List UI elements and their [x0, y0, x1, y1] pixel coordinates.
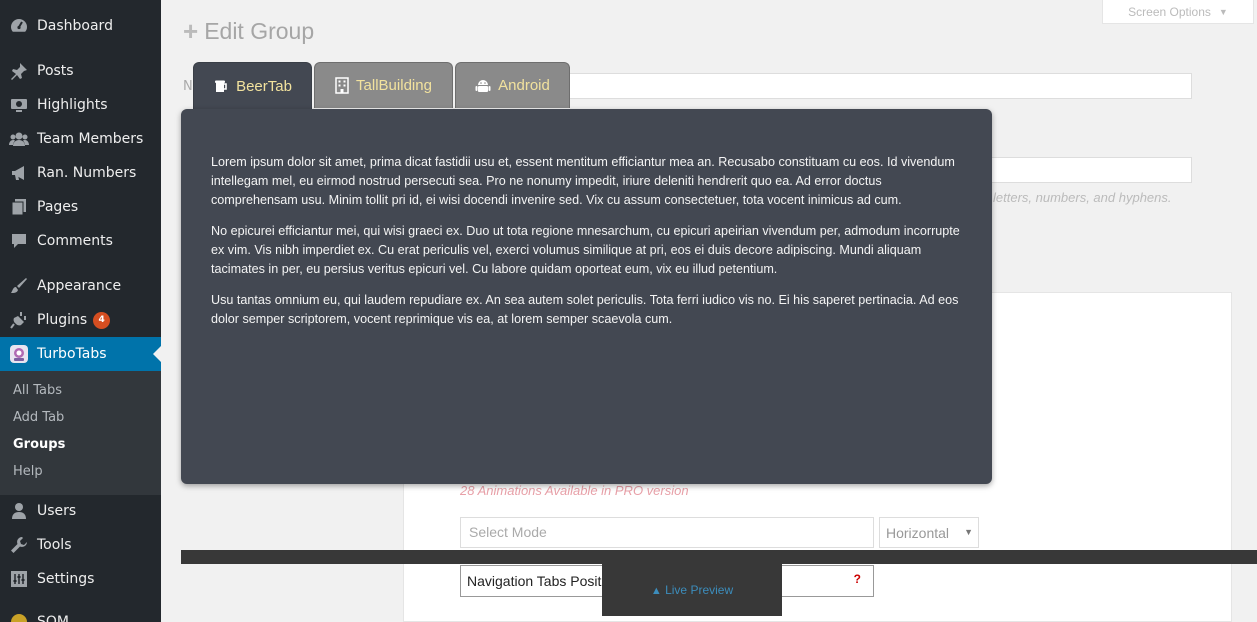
- sidebar-item-appearance[interactable]: Appearance: [0, 269, 161, 303]
- sidebar-item-team-members[interactable]: Team Members: [0, 122, 161, 156]
- beer-icon: [213, 79, 229, 95]
- group-slug-input[interactable]: [990, 157, 1192, 183]
- live-preview-label: Live Preview: [665, 583, 734, 597]
- sidebar-item-settings[interactable]: Settings: [0, 562, 161, 596]
- plugins-update-badge: 4: [93, 311, 111, 329]
- sidebar-item-comments[interactable]: Comments: [0, 224, 161, 258]
- tab-label: BeerTab: [236, 78, 292, 95]
- screen-options-label: Screen Options: [1128, 4, 1211, 19]
- live-preview-toggle[interactable]: ▲ Live Preview: [602, 564, 782, 616]
- pages-icon: [9, 197, 29, 217]
- building-icon: [335, 77, 349, 94]
- select-mode-input[interactable]: Select Mode: [460, 517, 874, 548]
- group-icon: [9, 129, 29, 149]
- page-title: + Edit Group: [183, 16, 314, 47]
- sidebar-item-ran-numbers[interactable]: Ran. Numbers: [0, 156, 161, 190]
- settings-icon: [9, 569, 29, 589]
- tab-android[interactable]: Android: [455, 62, 570, 108]
- sidebar-item-posts[interactable]: Posts: [0, 54, 161, 88]
- sidebar-item-label: Posts: [37, 63, 74, 79]
- sidebar-item-label: SOM: [37, 614, 69, 622]
- admin-sidebar: Dashboard Posts Highlights Team Members …: [0, 0, 161, 622]
- sidebar-item-som[interactable]: SOM: [0, 605, 161, 622]
- sidebar-item-label: Comments: [37, 233, 113, 249]
- sidebar-item-label: Users: [37, 503, 77, 519]
- som-icon: [9, 612, 29, 622]
- sidebar-item-pages[interactable]: Pages: [0, 190, 161, 224]
- tab-tallbuilding[interactable]: TallBuilding: [314, 62, 453, 108]
- megaphone-icon: [9, 163, 29, 183]
- sidebar-item-plugins[interactable]: Plugins 4: [0, 303, 161, 337]
- tab-content-panel: Lorem ipsum dolor sit amet, prima dicat …: [181, 109, 992, 484]
- turbotabs-submenu: All Tabs Add Tab Groups Help: [0, 371, 161, 495]
- caret-down-icon: ▼: [1218, 6, 1228, 17]
- android-icon: [475, 78, 491, 94]
- sidebar-item-label: Settings: [37, 571, 95, 587]
- turbotabs-icon: [9, 344, 29, 364]
- live-preview-bar: [181, 550, 1257, 564]
- name-field-label: N: [183, 79, 193, 94]
- tab-content-paragraph: No epicurei efficiantur mei, qui wisi gr…: [211, 224, 960, 276]
- live-preview-label-wrap: ▲ Live Preview: [602, 583, 782, 597]
- plug-icon: [9, 310, 29, 330]
- submenu-item-add-tab[interactable]: Add Tab: [13, 410, 64, 425]
- tab-content-paragraph: Lorem ipsum dolor sit amet, prima dicat …: [211, 155, 955, 207]
- submenu-item-help[interactable]: Help: [13, 464, 43, 479]
- tab-content-paragraph: Usu tantas omnium eu, qui laudem repudia…: [211, 293, 959, 326]
- sidebar-item-label: Tools: [37, 537, 72, 553]
- comment-icon: [9, 231, 29, 251]
- screen-options-button[interactable]: Screen Options ▼: [1102, 0, 1254, 24]
- sidebar-item-label: Ran. Numbers: [37, 165, 137, 181]
- group-name-input[interactable]: [568, 73, 1192, 99]
- sidebar-item-label: Dashboard: [37, 18, 113, 34]
- caret-down-icon: ▼: [964, 527, 973, 537]
- submenu-item-all-tabs[interactable]: All Tabs: [13, 383, 62, 398]
- wrench-icon: [9, 535, 29, 555]
- slug-hint: letters, numbers, and hyphens.: [993, 190, 1172, 205]
- dashboard-icon: [9, 16, 29, 36]
- sidebar-item-label: Pages: [37, 199, 79, 215]
- page-title-text: Edit Group: [204, 18, 315, 44]
- sidebar-item-users[interactable]: Users: [0, 494, 161, 528]
- sidebar-item-dashboard[interactable]: Dashboard: [0, 9, 161, 43]
- sidebar-item-label: Appearance: [37, 278, 122, 294]
- chevron-up-icon: ▲: [650, 585, 662, 597]
- plus-icon: +: [183, 16, 199, 46]
- sidebar-item-label: Team Members: [37, 131, 144, 147]
- orientation-value: Horizontal: [886, 525, 950, 541]
- sidebar-item-turbotabs[interactable]: TurboTabs: [0, 337, 161, 371]
- pro-animations-note: 28 Animations Available in PRO version: [460, 483, 689, 498]
- pin-icon: [9, 61, 29, 81]
- sidebar-item-label: TurboTabs: [37, 346, 107, 362]
- sidebar-item-label: Plugins: [37, 312, 88, 328]
- brush-icon: [9, 276, 29, 296]
- user-icon: [9, 501, 29, 521]
- sidebar-item-tools[interactable]: Tools: [0, 528, 161, 562]
- navigation-tabs-position-label: Navigation Tabs Position: [467, 573, 621, 589]
- orientation-select[interactable]: Horizontal ▼: [879, 517, 979, 548]
- screen-icon: [9, 95, 29, 115]
- tab-label: TallBuilding: [356, 77, 432, 94]
- sidebar-item-label: Highlights: [37, 97, 108, 113]
- tab-beertab[interactable]: BeerTab: [193, 62, 312, 110]
- sidebar-item-highlights[interactable]: Highlights: [0, 88, 161, 122]
- help-icon[interactable]: ?: [854, 572, 861, 586]
- submenu-item-groups[interactable]: Groups: [13, 437, 65, 452]
- select-mode-placeholder: Select Mode: [469, 524, 547, 540]
- tab-label: Android: [498, 77, 550, 94]
